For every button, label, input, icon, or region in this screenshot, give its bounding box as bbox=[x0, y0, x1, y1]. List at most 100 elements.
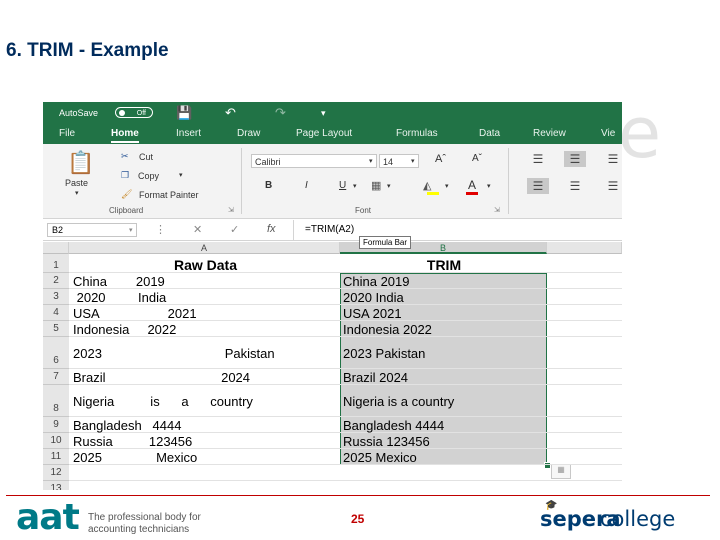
cell-a[interactable]: Bangladesh 4444 bbox=[73, 418, 338, 433]
aat-tagline-line-1: The professional body for bbox=[88, 512, 201, 523]
grid-line bbox=[69, 480, 622, 481]
paste-button-label[interactable]: Paste bbox=[65, 178, 88, 188]
chevron-down-icon[interactable]: ▾ bbox=[75, 189, 79, 197]
row-header[interactable]: 2 bbox=[43, 273, 69, 289]
tab-formulas[interactable]: Formulas bbox=[396, 128, 438, 139]
row-header[interactable]: 8 bbox=[43, 385, 69, 417]
enter-check-icon[interactable]: ✓ bbox=[230, 223, 239, 236]
copy-button[interactable]: Copy bbox=[138, 171, 159, 181]
bold-button[interactable]: B bbox=[265, 180, 272, 191]
chevron-down-icon[interactable]: ▾ bbox=[487, 182, 491, 190]
borders-icon[interactable]: ▦ bbox=[371, 179, 381, 192]
cell-b[interactable]: China 2019 bbox=[343, 274, 545, 289]
decorative-e-glyph: e bbox=[618, 92, 662, 174]
align-center-icon[interactable]: ☰ bbox=[564, 178, 586, 194]
cut-icon[interactable]: ✂ bbox=[121, 151, 129, 162]
row-header[interactable]: 13 bbox=[43, 481, 69, 490]
format-painter-button[interactable]: Format Painter bbox=[139, 190, 199, 200]
align-left-icon[interactable]: ☰ bbox=[527, 178, 549, 194]
select-all-corner[interactable] bbox=[43, 242, 69, 254]
formula-input[interactable]: =TRIM(A2) bbox=[305, 224, 354, 235]
chevron-down-icon[interactable]: ▾ bbox=[387, 182, 391, 190]
row-header[interactable]: 7 bbox=[43, 369, 69, 385]
row-header[interactable]: 10 bbox=[43, 433, 69, 449]
column-header-c[interactable] bbox=[547, 242, 622, 254]
row-header[interactable]: 11 bbox=[43, 449, 69, 465]
dialog-launcher-icon[interactable]: ⇲ bbox=[494, 206, 500, 214]
footer-divider bbox=[6, 495, 710, 496]
format-painter-icon[interactable]: 🖌 bbox=[121, 189, 132, 200]
cell-a1-header[interactable]: Raw Data bbox=[73, 257, 338, 273]
undo-icon[interactable]: ↶ bbox=[225, 105, 236, 121]
cell-b[interactable]: USA 2021 bbox=[343, 306, 545, 321]
paste-icon[interactable]: 📋 bbox=[67, 150, 94, 176]
row-header[interactable]: 5 bbox=[43, 321, 69, 337]
italic-button[interactable]: I bbox=[305, 180, 308, 191]
tab-review[interactable]: Review bbox=[533, 128, 566, 139]
dialog-launcher-icon[interactable]: ⇲ bbox=[228, 206, 234, 214]
fill-color-icon[interactable]: ◭ bbox=[423, 179, 431, 192]
toggle-knob bbox=[119, 110, 125, 116]
tab-data[interactable]: Data bbox=[479, 128, 500, 139]
cell-b[interactable]: Nigeria is a country bbox=[343, 394, 545, 409]
column-header-a[interactable]: A bbox=[69, 242, 340, 254]
tab-file[interactable]: File bbox=[59, 128, 75, 139]
row-header[interactable]: 3 bbox=[43, 289, 69, 305]
cell-a[interactable]: USA 2021 bbox=[73, 306, 338, 321]
cell-a[interactable]: Russia 123456 bbox=[73, 434, 338, 449]
tab-draw[interactable]: Draw bbox=[237, 128, 260, 139]
college-logo-college: college bbox=[600, 507, 676, 531]
quick-analysis-icon[interactable]: ▦ bbox=[551, 464, 571, 479]
cell-a[interactable]: Indonesia 2022 bbox=[73, 322, 338, 337]
cell-b[interactable]: 2025 Mexico bbox=[343, 450, 545, 465]
tab-view[interactable]: Vie bbox=[601, 128, 615, 139]
cell-b[interactable]: Russia 123456 bbox=[343, 434, 545, 449]
row-header[interactable]: 12 bbox=[43, 465, 69, 481]
chevron-down-icon[interactable]: ▾ bbox=[369, 157, 373, 165]
underline-button[interactable]: U bbox=[339, 180, 346, 191]
cell-b[interactable]: Bangladesh 4444 bbox=[343, 418, 545, 433]
cell-b[interactable]: Indonesia 2022 bbox=[343, 322, 545, 337]
chevron-down-icon[interactable]: ▾ bbox=[411, 157, 415, 165]
cancel-icon[interactable]: ✕ bbox=[193, 223, 202, 236]
chevron-down-icon[interactable]: ▾ bbox=[129, 226, 133, 234]
customize-toolbar-icon[interactable]: ▾ bbox=[321, 108, 326, 119]
cell-a[interactable]: Nigeria is a country bbox=[73, 394, 338, 409]
cell-b[interactable]: 2023 Pakistan bbox=[343, 346, 545, 361]
cell-a[interactable]: Brazil 2024 bbox=[73, 370, 338, 385]
cell-b1-header[interactable]: TRIM bbox=[343, 257, 545, 273]
insert-function-icon[interactable]: fx bbox=[267, 223, 276, 235]
tab-home[interactable]: Home bbox=[111, 128, 139, 143]
cut-button[interactable]: Cut bbox=[139, 152, 153, 162]
cell-b[interactable]: 2020 India bbox=[343, 290, 545, 305]
align-right-icon[interactable]: ☰ bbox=[602, 178, 622, 194]
font-color-icon[interactable]: A bbox=[468, 178, 476, 192]
cell-a[interactable]: 2023 Pakistan bbox=[73, 346, 338, 361]
increase-font-icon[interactable]: Aˆ bbox=[435, 153, 446, 165]
cell-a[interactable]: China 2019 bbox=[73, 274, 338, 289]
tab-page-layout[interactable]: Page Layout bbox=[296, 128, 352, 139]
chevron-down-icon[interactable]: ▾ bbox=[353, 182, 357, 190]
row-header[interactable]: 1 bbox=[43, 254, 69, 273]
ribbon-separator bbox=[241, 148, 242, 214]
name-box[interactable]: B2 bbox=[47, 223, 137, 237]
autosave-toggle[interactable]: Off bbox=[115, 107, 153, 118]
align-middle-icon[interactable]: ☰ bbox=[564, 151, 586, 167]
font-name-select[interactable]: Calibri bbox=[251, 154, 377, 168]
cell-b[interactable]: Brazil 2024 bbox=[343, 370, 545, 385]
chevron-down-icon[interactable]: ▾ bbox=[179, 171, 183, 179]
save-icon[interactable]: 💾 bbox=[176, 105, 192, 121]
redo-icon[interactable]: ↷ bbox=[275, 105, 286, 121]
formula-bar-tooltip: Formula Bar bbox=[359, 236, 412, 249]
row-header[interactable]: 4 bbox=[43, 305, 69, 321]
copy-icon[interactable]: ❐ bbox=[121, 170, 129, 181]
cell-a[interactable]: 2025 Mexico bbox=[73, 450, 338, 465]
row-header[interactable]: 6 bbox=[43, 337, 69, 369]
decrease-font-icon[interactable]: Aˇ bbox=[472, 153, 482, 164]
align-top-icon[interactable]: ☰ bbox=[527, 151, 549, 167]
row-header[interactable]: 9 bbox=[43, 417, 69, 433]
tab-insert[interactable]: Insert bbox=[176, 128, 201, 139]
cell-a[interactable]: 2020 India bbox=[73, 290, 338, 305]
align-bottom-icon[interactable]: ☰ bbox=[602, 151, 622, 167]
chevron-down-icon[interactable]: ▾ bbox=[445, 182, 449, 190]
